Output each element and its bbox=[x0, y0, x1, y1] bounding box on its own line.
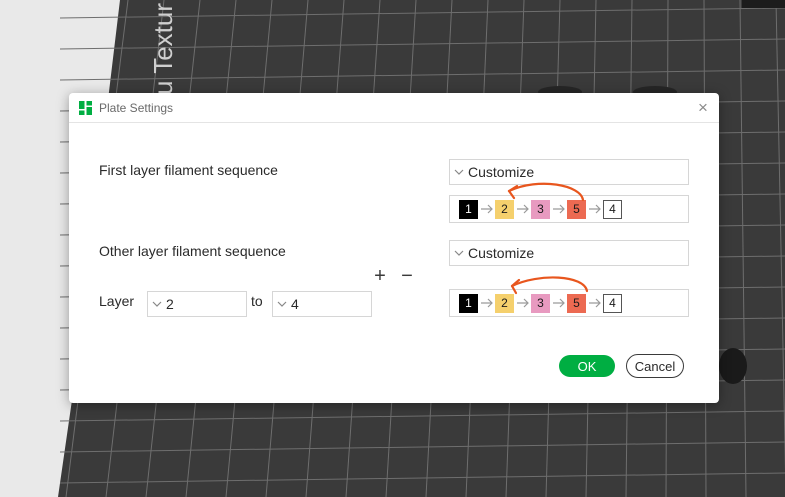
add-layer-range-button[interactable]: + bbox=[372, 266, 388, 286]
dialog-title: Plate Settings bbox=[99, 100, 174, 115]
filament-chip[interactable]: 5 bbox=[567, 199, 586, 219]
filament-chip[interactable]: 2 bbox=[495, 199, 514, 219]
to-label: to bbox=[251, 293, 263, 309]
filament-chip[interactable]: 3 bbox=[531, 293, 550, 313]
remove-layer-range-button[interactable]: − bbox=[399, 266, 415, 286]
first-layer-mode-select[interactable]: Customize bbox=[449, 159, 689, 185]
first-layer-sequence-label: First layer filament sequence bbox=[99, 162, 278, 178]
bambu-app-icon bbox=[79, 100, 92, 115]
arrow-right-icon bbox=[478, 200, 495, 219]
chevron-down-icon bbox=[148, 291, 166, 317]
layer-from-select[interactable]: 2 bbox=[147, 291, 247, 317]
arrow-right-icon bbox=[514, 200, 531, 219]
other-layer-sequence-label: Other layer filament sequence bbox=[99, 243, 286, 259]
filament-chip[interactable]: 1 bbox=[459, 293, 478, 313]
filament-chip[interactable]: 4 bbox=[603, 293, 622, 313]
chevron-down-icon bbox=[450, 159, 468, 185]
layer-to-value: 4 bbox=[291, 296, 299, 312]
arrow-right-icon bbox=[586, 294, 603, 313]
layer-to-select[interactable]: 4 bbox=[272, 291, 372, 317]
layer-label: Layer bbox=[99, 293, 135, 309]
filament-chip[interactable]: 3 bbox=[531, 199, 550, 219]
filament-chip[interactable]: 1 bbox=[459, 199, 478, 219]
chevron-down-icon bbox=[273, 291, 291, 317]
other-layer-filament-sequence: 12354 bbox=[449, 289, 689, 317]
arrow-right-icon bbox=[550, 200, 567, 219]
layer-from-value: 2 bbox=[166, 296, 174, 312]
arrow-right-icon bbox=[586, 200, 603, 219]
filament-chip[interactable]: 5 bbox=[567, 293, 586, 313]
dialog-titlebar: Plate Settings × bbox=[69, 93, 719, 123]
ok-button[interactable]: OK bbox=[559, 355, 615, 377]
filament-chip[interactable]: 2 bbox=[495, 293, 514, 313]
plate-settings-dialog: Plate Settings × First layer filament se… bbox=[69, 93, 719, 403]
chevron-down-icon bbox=[450, 240, 468, 266]
cancel-button[interactable]: Cancel bbox=[626, 354, 684, 378]
close-icon[interactable]: × bbox=[695, 99, 711, 116]
other-layer-mode-select[interactable]: Customize bbox=[449, 240, 689, 266]
first-layer-filament-sequence: 12354 bbox=[449, 195, 689, 223]
arrow-right-icon bbox=[478, 294, 495, 313]
first-layer-mode-value: Customize bbox=[468, 164, 535, 180]
plate-texture-label: u Textur bbox=[148, 3, 178, 95]
filament-chip[interactable]: 4 bbox=[603, 199, 622, 219]
other-layer-mode-value: Customize bbox=[468, 245, 535, 261]
arrow-right-icon bbox=[550, 294, 567, 313]
arrow-right-icon bbox=[514, 294, 531, 313]
